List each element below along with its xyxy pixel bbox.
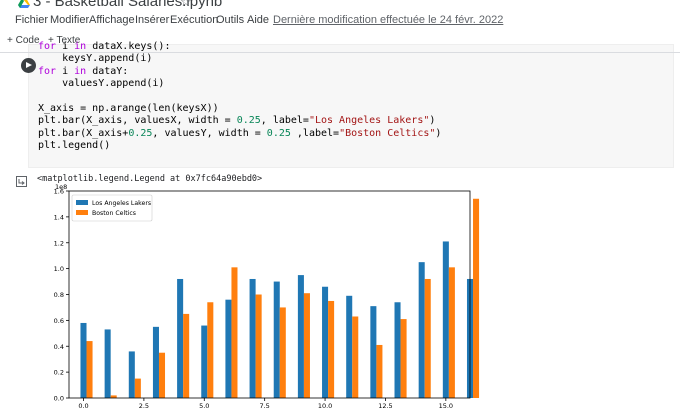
x-tick-label: 2.5 xyxy=(139,402,149,409)
y-offset-label: 1e8 xyxy=(55,184,67,191)
y-tick-label: 0.8 xyxy=(54,291,64,299)
bar-lakers xyxy=(80,322,87,398)
y-tick-label: 1.4 xyxy=(54,213,64,221)
menu-bar: Fichier Modifier Affichage Insérer Exécu… xyxy=(0,12,680,28)
code-line: for i in dataY: xyxy=(38,65,129,77)
bar-celtics xyxy=(183,313,190,398)
x-tick-label: 0.0 xyxy=(78,402,88,409)
bar-lakers xyxy=(104,329,111,398)
bar-lakers xyxy=(152,326,159,398)
cell-output-text: <matplotlib.legend.Legend at 0x7fc64a90e… xyxy=(37,174,263,184)
bar-lakers xyxy=(370,306,377,398)
menu-inserer[interactable]: Insérer xyxy=(135,14,169,26)
bar-celtics xyxy=(376,344,383,398)
bar-lakers xyxy=(297,275,304,398)
bar-lakers xyxy=(128,351,135,398)
x-tick-label: 5.0 xyxy=(199,402,209,409)
menu-fichier[interactable]: Fichier xyxy=(15,14,48,26)
y-tick-label: 0.2 xyxy=(54,369,64,377)
bar-celtics xyxy=(448,267,455,398)
y-tick-label: 0.6 xyxy=(54,317,64,325)
bar-lakers xyxy=(346,295,353,398)
bar-celtics xyxy=(207,302,214,398)
code-line: plt.legend() xyxy=(38,140,111,152)
menu-modifier[interactable]: Modifier xyxy=(50,14,89,26)
bar-celtics xyxy=(473,198,480,398)
run-cell-button[interactable] xyxy=(21,58,36,73)
y-tick-label: 1.2 xyxy=(54,239,64,247)
code-line: plt.bar(X_axis, valuesX, width = 0.25, l… xyxy=(38,115,436,127)
menu-aide[interactable]: Aide xyxy=(247,14,269,26)
y-tick-label: 0.0 xyxy=(54,395,64,403)
notebook-title[interactable]: 3 - Basketball Salaries.ipynb xyxy=(33,0,222,10)
bar-lakers xyxy=(225,299,232,398)
legend-label-lakers: Los Angeles Lakers xyxy=(92,200,151,207)
bar-celtics xyxy=(424,278,431,398)
bar-celtics xyxy=(134,378,141,398)
x-tick-label: 7.5 xyxy=(259,402,269,409)
bar-chart: 0.0 0.2 0.4 0.6 0.8 1.0 1.2 1.4 1.6 0.0 2.5 5.0 7.5 1… xyxy=(36,184,480,409)
bar-celtics xyxy=(400,319,407,398)
bar-lakers xyxy=(394,302,401,398)
bar-celtics xyxy=(303,293,310,398)
chart-svg: 0.00.20.40.60.81.01.21.41.60.0 2.5 5.0 7.5 1… xyxy=(54,184,480,409)
bar-lakers xyxy=(418,262,425,398)
bar-celtics xyxy=(255,294,262,398)
code-cell[interactable]: for i in dataX.keys(): keysY.append(i) fo… xyxy=(8,41,674,168)
code-line: valuesY.append(i) xyxy=(38,78,165,90)
bar-lakers xyxy=(249,278,256,398)
last-modified-link[interactable]: Dernière modification effectuée le 24 fé… xyxy=(273,14,503,26)
bar-celtics xyxy=(279,307,286,398)
code-editor[interactable]: for i in dataX.keys(): keysY.append(i) fo… xyxy=(38,41,441,153)
bar-celtics xyxy=(352,316,359,398)
bar-lakers xyxy=(177,278,184,398)
legend-swatch-lakers xyxy=(76,200,88,205)
code-line: X_axis = np.arange(len(keysX)) xyxy=(38,103,219,115)
star-icon[interactable]: ☆ xyxy=(180,0,192,10)
bar-celtics xyxy=(328,300,335,398)
code-line: plt.bar(X_axis+0.25, valuesY, width = 0.… xyxy=(38,127,442,139)
menu-affichage[interactable]: Affichage xyxy=(89,14,135,26)
bar-celtics xyxy=(86,341,93,398)
x-tick-label: 12.5 xyxy=(378,402,392,409)
y-tick-label: 1.0 xyxy=(54,265,64,273)
bar-lakers xyxy=(273,281,280,398)
drive-icon xyxy=(18,0,30,8)
bar-lakers xyxy=(201,325,208,398)
y-tick-label: 0.4 xyxy=(54,343,64,351)
menu-outils[interactable]: Outils xyxy=(216,14,244,26)
toolbar-divider xyxy=(0,52,680,53)
bar-celtics xyxy=(158,352,166,398)
menu-execution[interactable]: Exécution xyxy=(170,14,218,26)
bar-celtics xyxy=(231,267,238,398)
output-icon[interactable] xyxy=(16,176,27,187)
title-bar: 3 - Basketball Salaries.ipynb ☆ xyxy=(0,0,680,11)
code-line: keysY.append(i) xyxy=(38,53,153,65)
x-tick-label: 15.0 xyxy=(439,402,453,409)
bar-lakers xyxy=(322,286,329,398)
x-tick-label: 10.0 xyxy=(318,402,332,409)
bar-lakers xyxy=(442,241,449,398)
legend-label-celtics: Boston Celtics xyxy=(92,210,136,217)
legend-swatch-celtics xyxy=(76,210,88,215)
